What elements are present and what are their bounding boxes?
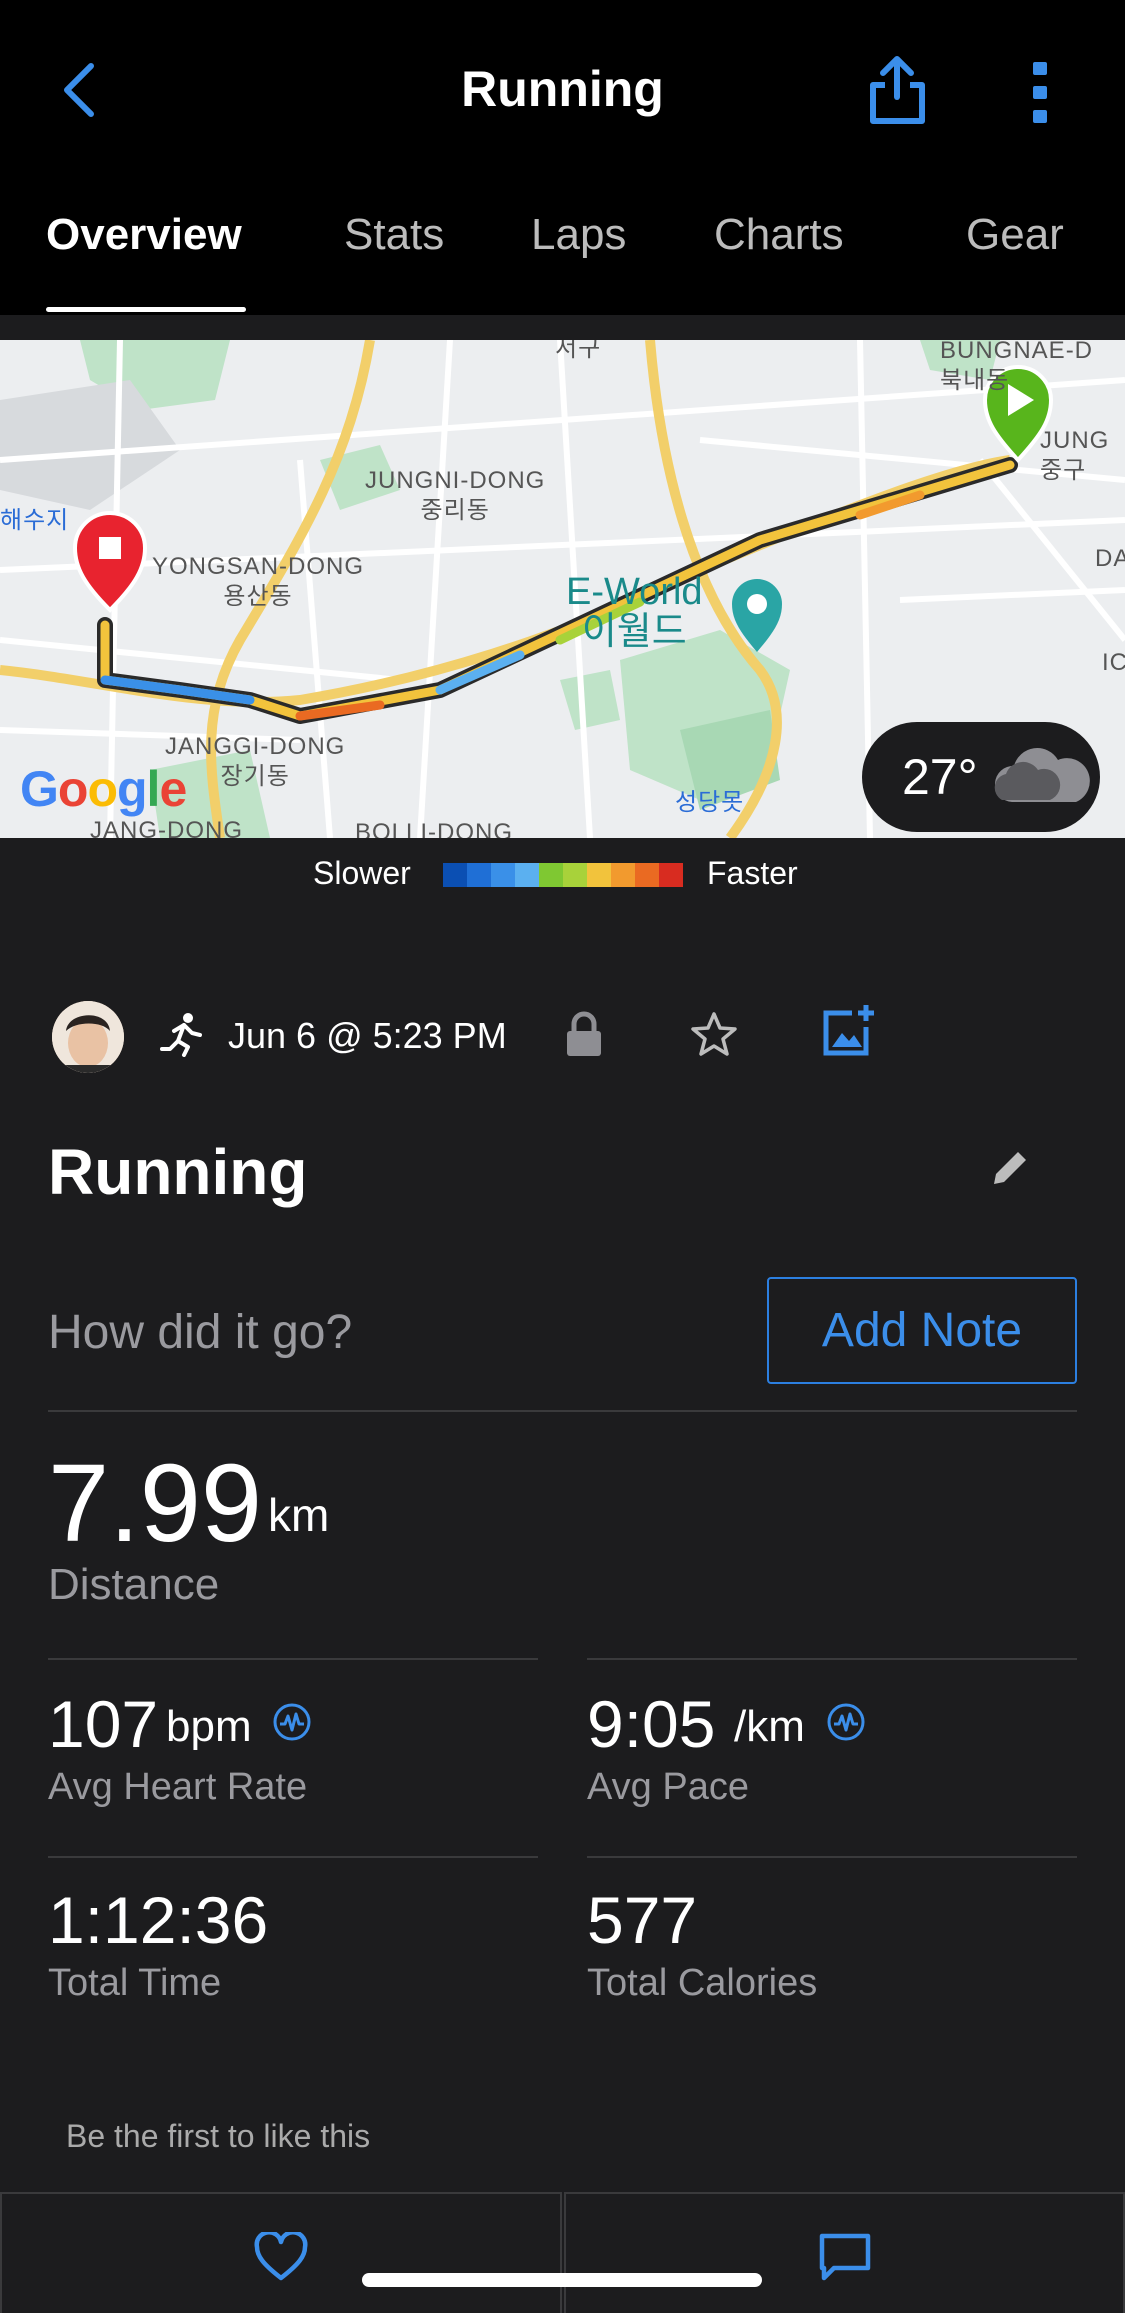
divider <box>48 1856 538 1858</box>
map-label: 성당못 <box>675 789 745 816</box>
home-indicator <box>362 2273 762 2287</box>
pace-legend: Slower Faster <box>0 855 1125 895</box>
cloud-icon <box>994 748 1090 802</box>
map-label: DA <box>1095 545 1125 572</box>
tab-bar: Overview Stats Laps Charts Gear <box>0 200 1125 315</box>
distance-value: 7.99 <box>48 1442 263 1565</box>
star-icon[interactable] <box>690 1011 738 1057</box>
tab-stats[interactable]: Stats <box>344 210 444 260</box>
note-prompt: How did it go? <box>48 1306 353 1359</box>
page-title: Running <box>461 61 664 117</box>
add-note-button[interactable]: Add Note <box>767 1277 1077 1384</box>
map-label: IC <box>1102 649 1125 676</box>
map-label: 서구 <box>555 340 602 362</box>
legend-color-bar <box>443 863 683 887</box>
tab-gear[interactable]: Gear <box>966 210 1064 260</box>
add-photo-icon[interactable] <box>822 1003 876 1057</box>
map-label: E-World 이월드 <box>566 571 703 653</box>
pace-value: 9:05 <box>587 1687 716 1761</box>
map-label: JANG-DONG <box>90 817 243 838</box>
top-bar: Running <box>0 0 1125 200</box>
share-icon[interactable] <box>865 55 930 125</box>
distance-unit: km <box>268 1489 330 1541</box>
weather-badge: 27° <box>862 722 1100 832</box>
distance-label: Distance <box>48 1560 220 1609</box>
weather-temperature: 27° <box>902 749 978 805</box>
legend-faster-label: Faster <box>707 855 798 891</box>
heart-rate-value: 107 <box>48 1687 159 1761</box>
pace-unit: /km <box>734 1702 805 1751</box>
divider <box>587 1856 1077 1858</box>
divider <box>587 1658 1077 1660</box>
activity-date: Jun 6 @ 5:23 PM <box>228 1015 507 1056</box>
tab-charts[interactable]: Charts <box>714 210 844 260</box>
comment-icon[interactable] <box>818 2232 872 2284</box>
heart-rate-unit: bpm <box>166 1702 252 1751</box>
finish-marker-icon <box>72 511 148 613</box>
activity-monitor-icon[interactable] <box>826 1702 866 1742</box>
total-calories-value: 577 <box>587 1883 698 1957</box>
divider <box>48 1658 538 1660</box>
pace-label: Avg Pace <box>587 1766 749 1808</box>
heart-rate-label: Avg Heart Rate <box>48 1766 308 1808</box>
lock-icon[interactable] <box>565 1011 603 1057</box>
activity-title: Running <box>48 1136 308 1208</box>
running-icon <box>160 1013 202 1057</box>
activity-meta-row: Jun 6 @ 5:23 PM <box>0 995 1125 1075</box>
divider <box>48 1410 1077 1412</box>
total-time-label: Total Time <box>48 1962 222 2004</box>
avatar[interactable] <box>52 1001 124 1073</box>
total-calories-label: Total Calories <box>587 1962 818 2004</box>
map-label: 해수지 <box>0 507 70 534</box>
map-label: BOLLI-DONG <box>355 819 514 838</box>
legend-slower-label: Slower <box>313 855 411 891</box>
map-label: JUNGNI-DONG 중리동 <box>365 467 546 524</box>
tab-overview[interactable]: Overview <box>46 210 242 260</box>
activity-monitor-icon[interactable] <box>272 1702 312 1742</box>
total-time-value: 1:12:36 <box>48 1883 269 1957</box>
map-label: JANGGI-DONG 장기동 <box>165 733 346 790</box>
more-vertical-icon[interactable] <box>1025 60 1055 125</box>
bottom-action-bar <box>0 2192 1125 2313</box>
google-logo: Google <box>20 761 187 817</box>
map-label: YONGSAN-DONG 용산동 <box>152 553 365 610</box>
tab-laps[interactable]: Laps <box>531 210 626 260</box>
active-tab-indicator <box>46 307 246 312</box>
map-label: BUNGNAE-D 북내동 <box>940 340 1094 394</box>
heart-icon[interactable] <box>253 2232 309 2282</box>
map-label: JUNG 중구 <box>1040 427 1110 484</box>
likes-text: Be the first to like this <box>66 2118 371 2154</box>
edit-icon[interactable] <box>990 1148 1030 1188</box>
